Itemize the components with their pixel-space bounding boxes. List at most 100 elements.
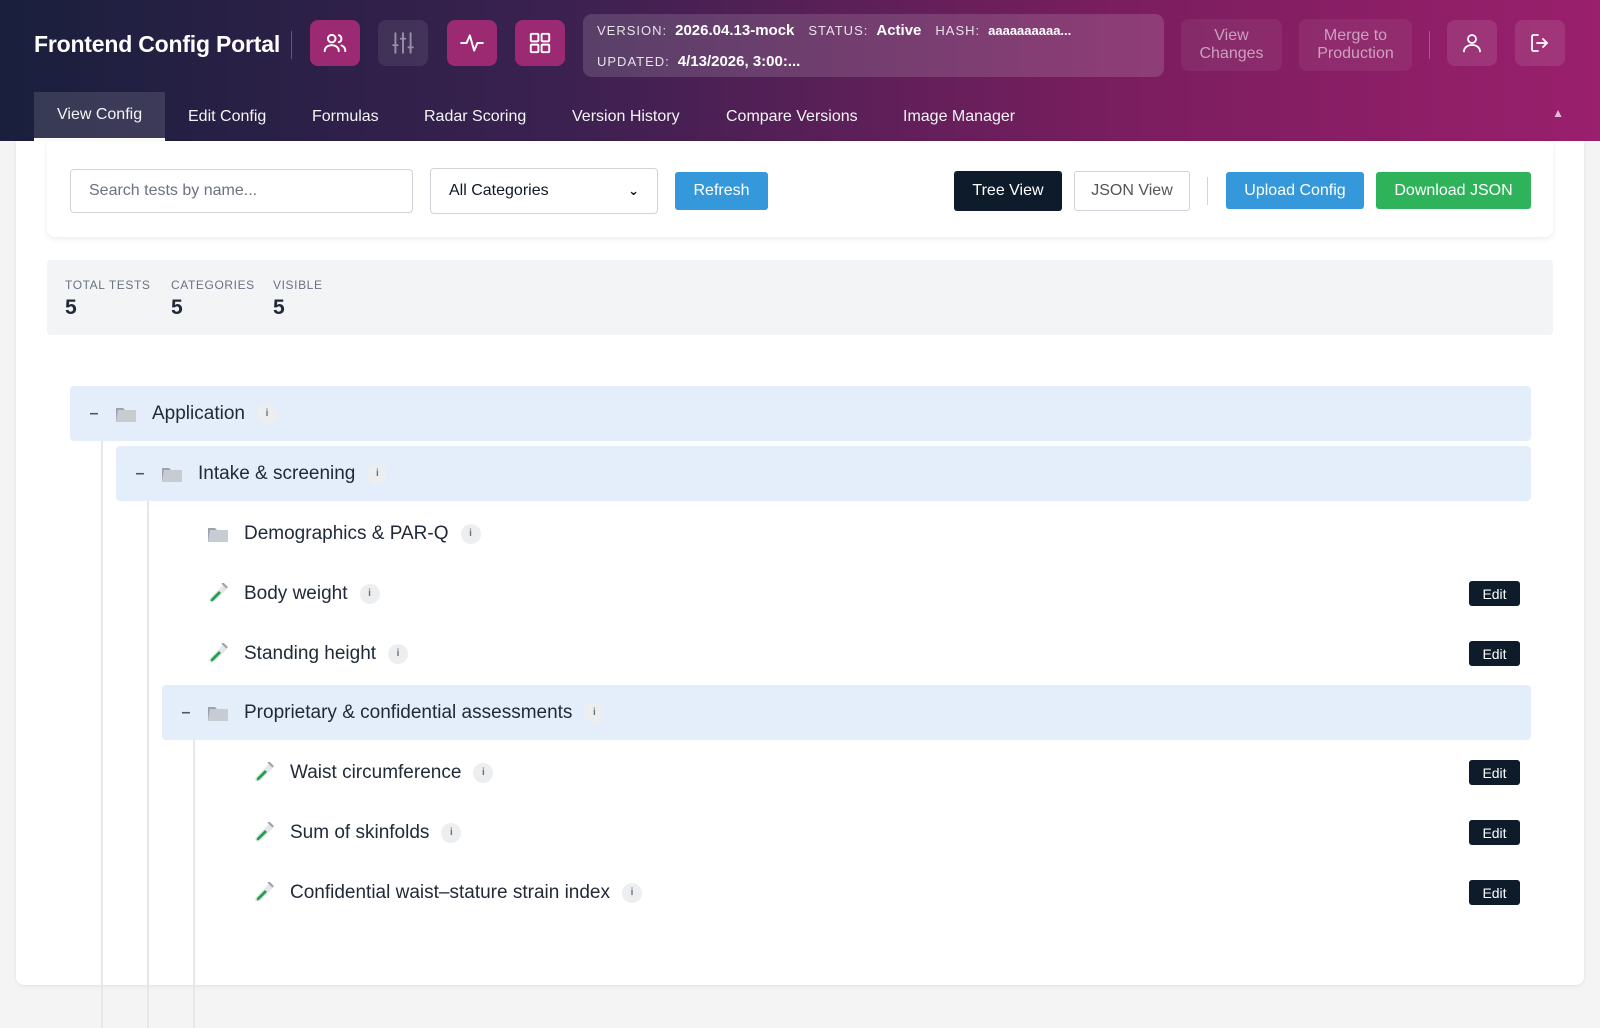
hash-value: aaaaaaaaaa... <box>988 23 1072 38</box>
test-tube-icon <box>253 821 275 844</box>
user-icon <box>1463 34 1481 53</box>
folder-icon <box>115 404 137 424</box>
hash-label: HASH: <box>935 23 981 38</box>
tab-compare-versions[interactable]: Compare Versions <box>703 92 881 141</box>
tab-bar: View Config Edit Config Formulas Radar S… <box>0 92 1600 141</box>
tree-category-intake-screening[interactable]: – Intake & screening i <box>116 446 1531 501</box>
folder-icon <box>207 524 229 544</box>
grid-icon-button[interactable] <box>515 20 565 66</box>
tab-image-manager[interactable]: Image Manager <box>880 92 1038 141</box>
info-icon[interactable]: i <box>460 523 481 544</box>
edit-button[interactable]: Edit <box>1469 760 1520 785</box>
logout-button[interactable] <box>1515 20 1565 66</box>
info-icon[interactable]: i <box>584 702 605 723</box>
download-json-button[interactable]: Download JSON <box>1376 172 1531 209</box>
tab-radar-scoring[interactable]: Radar Scoring <box>401 92 549 141</box>
tree-guide-line <box>193 735 195 1028</box>
folder-icon <box>207 703 229 723</box>
tree-node-label: Standing height <box>244 642 377 664</box>
tree-node-label: Demographics & PAR-Q <box>244 522 449 544</box>
tab-view-config[interactable]: View Config <box>34 92 166 141</box>
edit-button[interactable]: Edit <box>1469 581 1520 606</box>
tab-formulas[interactable]: Formulas <box>289 92 402 141</box>
tree-test-waist-circumference[interactable]: Waist circumference i Edit <box>208 745 1531 800</box>
info-icon[interactable]: i <box>473 762 494 783</box>
logout-icon <box>1531 34 1548 52</box>
stat-label: VISIBLE <box>273 278 323 292</box>
tree-node-label: Sum of skinfolds <box>290 821 430 843</box>
stat-value: 5 <box>273 296 285 319</box>
toolbar: All Categories ⌄ Refresh Tree View JSON … <box>47 141 1553 237</box>
sliders-icon <box>392 32 414 54</box>
json-view-button[interactable]: JSON View <box>1074 171 1190 211</box>
activity-icon <box>460 34 484 52</box>
tree-node-label: Body weight <box>244 582 348 604</box>
updated-label: UPDATED: <box>597 54 670 69</box>
test-tube-icon <box>207 582 229 605</box>
profile-button[interactable] <box>1447 20 1497 66</box>
stat-label: TOTAL TESTS <box>65 278 151 292</box>
tree-category-proprietary[interactable]: – Proprietary & confidential assessments… <box>162 685 1531 740</box>
activity-icon-button[interactable] <box>447 20 497 66</box>
version-value: 2026.04.13-mock <box>675 22 795 39</box>
status-label: STATUS: <box>808 23 869 38</box>
stat-total-tests: TOTAL TESTS 5 <box>65 278 151 320</box>
stat-label: CATEGORIES <box>171 278 255 292</box>
info-icon[interactable]: i <box>622 882 643 903</box>
users-icon <box>323 33 347 53</box>
info-icon[interactable]: i <box>359 583 380 604</box>
tree-node-label: Application <box>152 402 245 424</box>
toolbar-divider <box>1207 177 1208 205</box>
updated-value: 4/13/2026, 3:00:... <box>677 53 801 70</box>
folder-icon <box>161 464 183 484</box>
edit-button[interactable]: Edit <box>1469 641 1520 666</box>
tree-category-application[interactable]: – Application i <box>70 386 1531 441</box>
grid-icon <box>529 32 551 54</box>
tab-version-history[interactable]: Version History <box>549 92 703 141</box>
test-tube-icon <box>253 881 275 904</box>
status-value: Active <box>876 22 922 39</box>
test-tube-icon <box>207 642 229 665</box>
info-icon[interactable]: i <box>256 403 277 424</box>
top-header: Frontend Config Portal VERSION: 2026.04.… <box>0 0 1600 92</box>
stat-value: 5 <box>171 296 183 319</box>
tree-test-body-weight[interactable]: Body weight i Edit <box>162 566 1531 621</box>
tree-view-button[interactable]: Tree View <box>954 171 1062 211</box>
tree-test-standing-height[interactable]: Standing height i Edit <box>162 626 1531 681</box>
upload-config-button[interactable]: Upload Config <box>1226 172 1364 209</box>
info-icon[interactable]: i <box>388 643 409 664</box>
edit-button[interactable]: Edit <box>1469 880 1520 905</box>
version-status-panel: VERSION: 2026.04.13-mock STATUS: Active … <box>583 14 1164 77</box>
tree-test-sum-of-skinfolds[interactable]: Sum of skinfolds i Edit <box>208 805 1531 860</box>
category-select-value: All Categories <box>449 182 549 199</box>
users-icon-button[interactable] <box>310 20 360 66</box>
version-label: VERSION: <box>597 23 668 38</box>
tab-edit-config[interactable]: Edit Config <box>165 92 289 141</box>
info-icon[interactable]: i <box>367 463 388 484</box>
header-divider <box>291 31 292 59</box>
tree-test-strain-index[interactable]: Confidential waist–stature strain index … <box>208 865 1531 920</box>
collapse-icon[interactable]: – <box>130 465 150 483</box>
stat-visible: VISIBLE 5 <box>273 278 323 320</box>
search-input[interactable] <box>70 169 413 213</box>
edit-button[interactable]: Edit <box>1469 820 1520 845</box>
app-title: Frontend Config Portal <box>34 31 281 57</box>
category-select[interactable]: All Categories ⌄ <box>430 168 658 214</box>
stat-categories: CATEGORIES 5 <box>171 278 255 320</box>
refresh-button[interactable]: Refresh <box>675 172 768 210</box>
stat-value: 5 <box>65 296 77 319</box>
tree-guide-line <box>101 432 103 1028</box>
collapse-icon[interactable]: – <box>84 405 104 423</box>
chevron-down-icon: ⌄ <box>628 183 639 198</box>
merge-to-production-button[interactable]: Merge to Production <box>1299 19 1412 71</box>
collapse-icon[interactable]: – <box>176 704 196 722</box>
sliders-icon-button[interactable] <box>378 20 428 66</box>
header-divider-right <box>1429 31 1430 59</box>
test-tube-icon <box>253 761 275 784</box>
collapse-tabs-icon[interactable]: ▲ <box>1552 106 1564 120</box>
tree-category-demographics[interactable]: Demographics & PAR-Q i <box>162 506 1531 561</box>
info-icon[interactable]: i <box>441 822 462 843</box>
view-changes-button[interactable]: View Changes <box>1181 19 1282 71</box>
tree-node-label: Confidential waist–stature strain index <box>290 881 611 903</box>
main-content: All Categories ⌄ Refresh Tree View JSON … <box>16 141 1584 1028</box>
